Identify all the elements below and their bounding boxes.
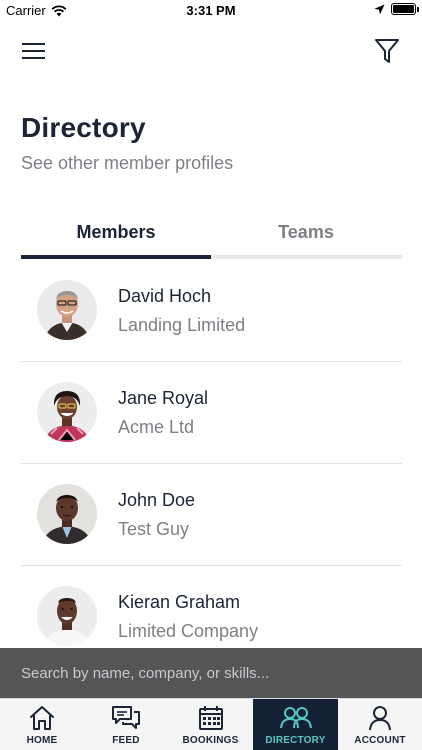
nav-account[interactable]: ACCOUNT <box>338 699 422 750</box>
list-item[interactable]: David Hoch Landing Limited <box>21 260 402 362</box>
top-bar <box>0 30 422 74</box>
page-title: Directory <box>21 112 146 143</box>
member-company: Limited Company <box>118 621 259 641</box>
nav-directory-label: DIRECTORY <box>265 735 326 746</box>
nav-bookings-label: BOOKINGS <box>182 735 239 746</box>
person-icon <box>369 706 391 731</box>
member-company: Test Guy <box>118 519 190 539</box>
avatar <box>37 586 97 646</box>
page-subtitle: See other member profiles <box>21 153 234 173</box>
calendar-icon <box>198 706 223 730</box>
nav-feed[interactable]: FEED <box>84 699 168 750</box>
avatar <box>37 280 97 340</box>
member-name: John Doe <box>118 490 196 510</box>
tab-members[interactable]: Members <box>21 222 211 256</box>
filter-funnel-icon <box>375 39 399 63</box>
avatar <box>37 484 97 544</box>
status-time: 3:31 PM <box>186 3 236 18</box>
nav-account-label: ACCOUNT <box>354 735 406 746</box>
bottom-nav: HOME FEED BOOKINGS DIRECTORY ACCOUNT <box>0 698 422 750</box>
nav-home[interactable]: HOME <box>0 699 84 750</box>
filter-button[interactable] <box>374 37 400 65</box>
chat-bubbles-icon <box>112 706 140 729</box>
status-right <box>374 3 419 15</box>
nav-directory[interactable]: DIRECTORY <box>253 699 338 750</box>
directory-tabs: Members Teams <box>21 222 402 260</box>
list-item[interactable]: Jane Royal Acme Ltd <box>21 362 402 464</box>
member-name: Jane Royal <box>118 388 209 408</box>
search-bar[interactable] <box>0 648 422 698</box>
menu-button[interactable] <box>21 40 47 62</box>
tab-active-indicator <box>21 255 211 259</box>
avatar <box>37 382 97 442</box>
hamburger-icon <box>22 43 45 59</box>
nav-home-label: HOME <box>26 735 58 746</box>
tab-teams[interactable]: Teams <box>211 222 401 256</box>
member-company: Landing Limited <box>118 315 246 335</box>
house-icon <box>30 706 54 730</box>
search-input[interactable] <box>0 648 422 698</box>
member-name: David Hoch <box>118 286 212 306</box>
nav-feed-label: FEED <box>112 735 140 746</box>
location-arrow-icon <box>374 4 385 14</box>
member-name: Kieran Graham <box>118 592 241 612</box>
status-bar: Carrier 3:31 PM <box>0 0 422 22</box>
battery-icon <box>391 3 419 15</box>
nav-bookings[interactable]: BOOKINGS <box>168 699 253 750</box>
list-item[interactable]: John Doe Test Guy <box>21 464 402 566</box>
people-icon <box>279 707 312 729</box>
member-list: David Hoch Landing Limited Jane Royal Ac… <box>21 260 402 668</box>
member-company: Acme Ltd <box>118 417 195 437</box>
